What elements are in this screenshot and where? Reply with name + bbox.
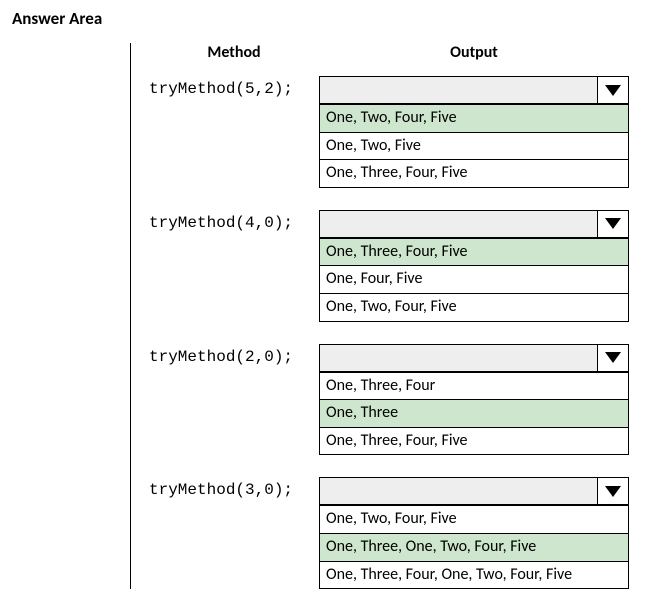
dropdown-selected[interactable]: [319, 210, 629, 238]
dropdown-selected[interactable]: [319, 76, 629, 104]
dropdown-option[interactable]: One, Four, Five: [320, 265, 628, 293]
dropdown-options: One, Two, Four, Five One, Three, One, Tw…: [319, 505, 629, 589]
dropdown-option[interactable]: One, Two, Five: [320, 132, 628, 160]
question-row: tryMethod(5,2); One, Two, Four, Five One…: [149, 76, 659, 188]
dropdown-option[interactable]: One, Three, Four, One, Two, Four, Five: [320, 561, 628, 589]
dropdown-option[interactable]: One, Three, Four: [320, 372, 628, 400]
chevron-down-icon: [605, 486, 621, 497]
method-call-text: tryMethod(3,0);: [149, 477, 319, 499]
dropdown-options: One, Three, Four One, Three One, Three, …: [319, 372, 629, 456]
column-header-method: Method: [149, 43, 319, 62]
dropdown-selected[interactable]: [319, 477, 629, 505]
dropdown-value: [320, 478, 597, 504]
dropdown-options: One, Three, Four, Five One, Four, Five O…: [319, 238, 629, 322]
dropdown-option[interactable]: One, Three: [320, 399, 628, 427]
dropdown-value: [320, 211, 597, 237]
dropdown-option[interactable]: One, Three, Four, Five: [320, 159, 628, 187]
column-header-output: Output: [319, 43, 629, 62]
dropdown-option[interactable]: One, Two, Four, Five: [320, 293, 628, 321]
vertical-divider: [130, 43, 131, 589]
dropdown-toggle[interactable]: [597, 478, 628, 504]
method-call-text: tryMethod(5,2);: [149, 76, 319, 98]
method-call-text: tryMethod(4,0);: [149, 210, 319, 232]
dropdown-toggle[interactable]: [597, 345, 628, 371]
dropdown-option[interactable]: One, Three, Four, Five: [320, 238, 628, 266]
question-row: tryMethod(2,0); One, Three, Four One, Th…: [149, 344, 659, 456]
dropdown-options: One, Two, Four, Five One, Two, Five One,…: [319, 104, 629, 188]
dropdown-option[interactable]: One, Three, Four, Five: [320, 427, 628, 455]
dropdown-toggle[interactable]: [597, 211, 628, 237]
page-title: Answer Area: [12, 8, 659, 29]
chevron-down-icon: [605, 85, 621, 96]
question-row: tryMethod(4,0); One, Three, Four, Five O…: [149, 210, 659, 322]
dropdown-option[interactable]: One, Two, Four, Five: [320, 104, 628, 132]
question-row: tryMethod(3,0); One, Two, Four, Five One…: [149, 477, 659, 589]
chevron-down-icon: [605, 352, 621, 363]
dropdown-selected[interactable]: [319, 344, 629, 372]
dropdown-option[interactable]: One, Two, Four, Five: [320, 505, 628, 533]
dropdown-value: [320, 77, 597, 103]
chevron-down-icon: [605, 218, 621, 229]
method-call-text: tryMethod(2,0);: [149, 344, 319, 366]
dropdown-toggle[interactable]: [597, 77, 628, 103]
dropdown-value: [320, 345, 597, 371]
